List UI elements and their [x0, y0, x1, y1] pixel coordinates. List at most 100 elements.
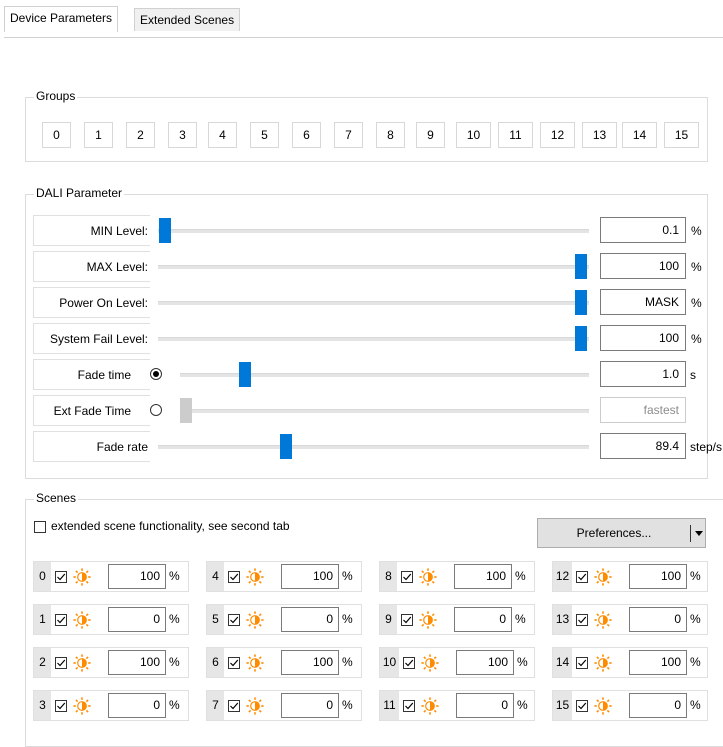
scene-level-field[interactable]: 0 [629, 607, 687, 632]
scene-enable-checkbox[interactable] [403, 657, 415, 669]
sun-icon[interactable] [419, 568, 437, 589]
sun-icon[interactable] [419, 611, 437, 632]
parameter-value-field[interactable]: fastest [600, 397, 686, 423]
sun-icon[interactable] [594, 654, 612, 675]
sun-icon[interactable] [73, 568, 91, 589]
scene-enable-checkbox[interactable] [228, 571, 240, 583]
scene-number: 7 [207, 691, 224, 720]
sun-icon[interactable] [73, 654, 91, 675]
tab-device-parameters[interactable]: Device Parameters [4, 6, 119, 32]
scene-enable-checkbox[interactable] [401, 614, 413, 626]
scene-level-field[interactable]: 0 [629, 693, 687, 718]
sun-icon[interactable] [73, 697, 91, 718]
scene-level-field[interactable]: 100 [454, 564, 512, 589]
slider-track[interactable] [158, 301, 589, 305]
sun-icon[interactable] [594, 611, 612, 632]
group-button[interactable]: 12 [540, 122, 575, 148]
group-button[interactable]: 10 [456, 122, 491, 148]
parameter-label: System Fail Level: [49, 332, 148, 346]
scene-enable-checkbox[interactable] [576, 700, 588, 712]
scene-enable-checkbox[interactable] [576, 571, 588, 583]
parameter-value-field[interactable]: 1.0 [600, 361, 686, 387]
parameter-label-box: MIN Level: [33, 215, 150, 246]
fade-mode-radio[interactable] [150, 368, 162, 380]
group-button[interactable]: 7 [334, 122, 363, 148]
scene-enable-checkbox[interactable] [228, 700, 240, 712]
tab-extended-scenes[interactable]: Extended Scenes [134, 8, 241, 31]
scene-level-field[interactable]: 100 [108, 650, 166, 675]
sun-icon[interactable] [421, 654, 439, 675]
scene-level-field[interactable]: 100 [456, 650, 514, 675]
scene-level-field[interactable]: 100 [281, 564, 339, 589]
dropdown-arrow-icon[interactable] [695, 531, 703, 536]
parameter-value-field[interactable]: 100 [600, 253, 686, 279]
sun-icon[interactable] [594, 697, 612, 718]
scene-item: 7 0% [206, 690, 362, 721]
unit-label: % [691, 224, 702, 238]
slider-track[interactable] [158, 265, 589, 269]
sun-icon[interactable] [246, 654, 264, 675]
group-button[interactable]: 13 [582, 122, 617, 148]
slider-thumb[interactable] [575, 254, 587, 279]
scene-enable-checkbox[interactable] [55, 571, 67, 583]
slider-thumb[interactable] [180, 398, 192, 423]
slider-track[interactable] [158, 337, 589, 341]
scene-enable-checkbox[interactable] [576, 657, 588, 669]
parameter-value-field[interactable]: 89.4 [600, 433, 686, 459]
tab-divider [4, 37, 723, 38]
group-button[interactable]: 14 [622, 122, 657, 148]
slider-thumb[interactable] [575, 290, 587, 315]
scene-level-field[interactable]: 0 [108, 607, 166, 632]
group-button[interactable]: 8 [376, 122, 405, 148]
group-button[interactable]: 6 [292, 122, 321, 148]
sun-icon[interactable] [246, 611, 264, 632]
sun-icon[interactable] [246, 697, 264, 718]
scene-enable-checkbox[interactable] [401, 571, 413, 583]
group-button[interactable]: 0 [42, 122, 71, 148]
scene-level-field[interactable]: 100 [629, 564, 687, 589]
dali-parameter-title: DALI Parameter [34, 186, 125, 200]
group-button[interactable]: 11 [498, 122, 533, 148]
group-button[interactable]: 4 [208, 122, 237, 148]
slider-thumb[interactable] [159, 218, 171, 243]
scene-level-field[interactable]: 0 [281, 693, 339, 718]
parameter-value-field[interactable]: 0.1 [600, 217, 686, 243]
group-button[interactable]: 5 [250, 122, 279, 148]
group-button[interactable]: 3 [168, 122, 197, 148]
fade-mode-radio[interactable] [150, 404, 162, 416]
slider-track[interactable] [158, 229, 589, 233]
scene-level-field[interactable]: 100 [629, 650, 687, 675]
group-button[interactable]: 2 [126, 122, 155, 148]
scene-enable-checkbox[interactable] [228, 614, 240, 626]
parameter-value-field[interactable]: MASK [600, 289, 686, 315]
parameter-value-field[interactable]: 100 [600, 325, 686, 351]
scene-level-field[interactable]: 0 [454, 607, 512, 632]
sun-icon[interactable] [73, 611, 91, 632]
slider-track[interactable] [158, 445, 589, 449]
scene-level-field[interactable]: 100 [108, 564, 166, 589]
sun-icon[interactable] [246, 568, 264, 589]
scene-level-field[interactable]: 0 [281, 607, 339, 632]
sun-icon[interactable] [594, 568, 612, 589]
scene-level-field[interactable]: 0 [108, 693, 166, 718]
scene-level-field[interactable]: 0 [456, 693, 514, 718]
scene-enable-checkbox[interactable] [228, 657, 240, 669]
scene-enable-checkbox[interactable] [55, 614, 67, 626]
extended-scene-label: extended scene functionality, see second… [51, 519, 290, 533]
slider-thumb[interactable] [239, 362, 251, 387]
slider-thumb[interactable] [280, 434, 292, 459]
scene-enable-checkbox[interactable] [55, 657, 67, 669]
scene-level-field[interactable]: 100 [281, 650, 339, 675]
preferences-button[interactable]: Preferences... [537, 518, 706, 548]
scene-enable-checkbox[interactable] [403, 700, 415, 712]
slider-track[interactable] [180, 409, 589, 413]
scene-number: 9 [380, 605, 397, 634]
extended-scene-checkbox[interactable] [34, 521, 46, 533]
group-button[interactable]: 9 [416, 122, 445, 148]
scene-enable-checkbox[interactable] [576, 614, 588, 626]
group-button[interactable]: 15 [664, 122, 699, 148]
group-button[interactable]: 1 [84, 122, 113, 148]
sun-icon[interactable] [421, 697, 439, 718]
scene-enable-checkbox[interactable] [55, 700, 67, 712]
slider-thumb[interactable] [575, 326, 587, 351]
